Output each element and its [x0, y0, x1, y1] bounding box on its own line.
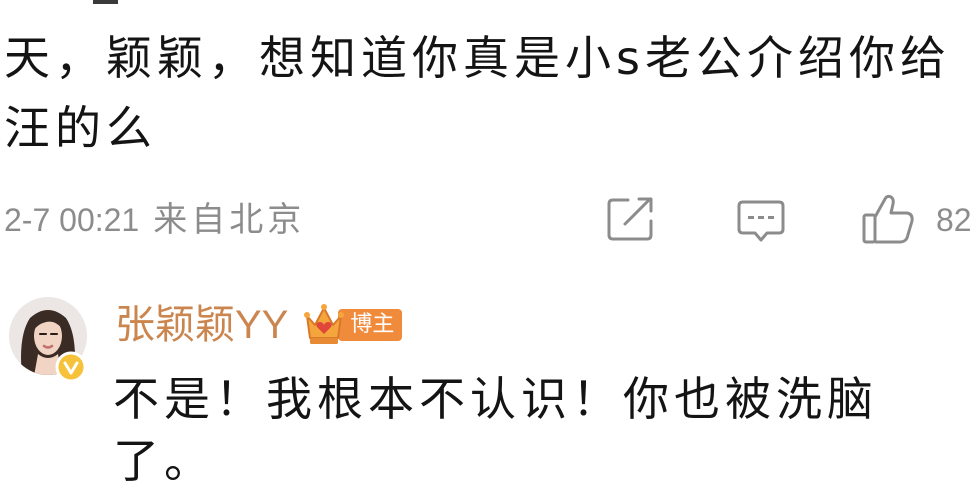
crown-icon: [304, 304, 345, 344]
blogger-badge: 博主: [302, 300, 403, 350]
thumbs-up-icon[interactable]: [861, 192, 916, 246]
reply-header: 张颖颖YY 博主: [115, 299, 403, 351]
verified-badge-icon: [55, 351, 87, 383]
comment-text: 天，颖颖，想知道你真是小s老公介绍你给汪的么: [4, 31, 951, 155]
comment-location: 来自北京: [153, 201, 306, 239]
author-name[interactable]: 张颖颖YY: [115, 301, 288, 349]
comment-icon[interactable]: [736, 199, 786, 243]
comment-meta: 2-7 00:21 来自北京: [4, 200, 305, 240]
comment-timestamp: 2-7 00:21: [4, 202, 140, 238]
share-icon[interactable]: [606, 196, 656, 242]
like-count: 82: [936, 202, 972, 238]
cropped-top-element: [93, 0, 118, 4]
reply-text: 不是！我根本不认识！你也被洗脑了。: [113, 372, 878, 488]
badge-label: 博主: [338, 309, 403, 341]
